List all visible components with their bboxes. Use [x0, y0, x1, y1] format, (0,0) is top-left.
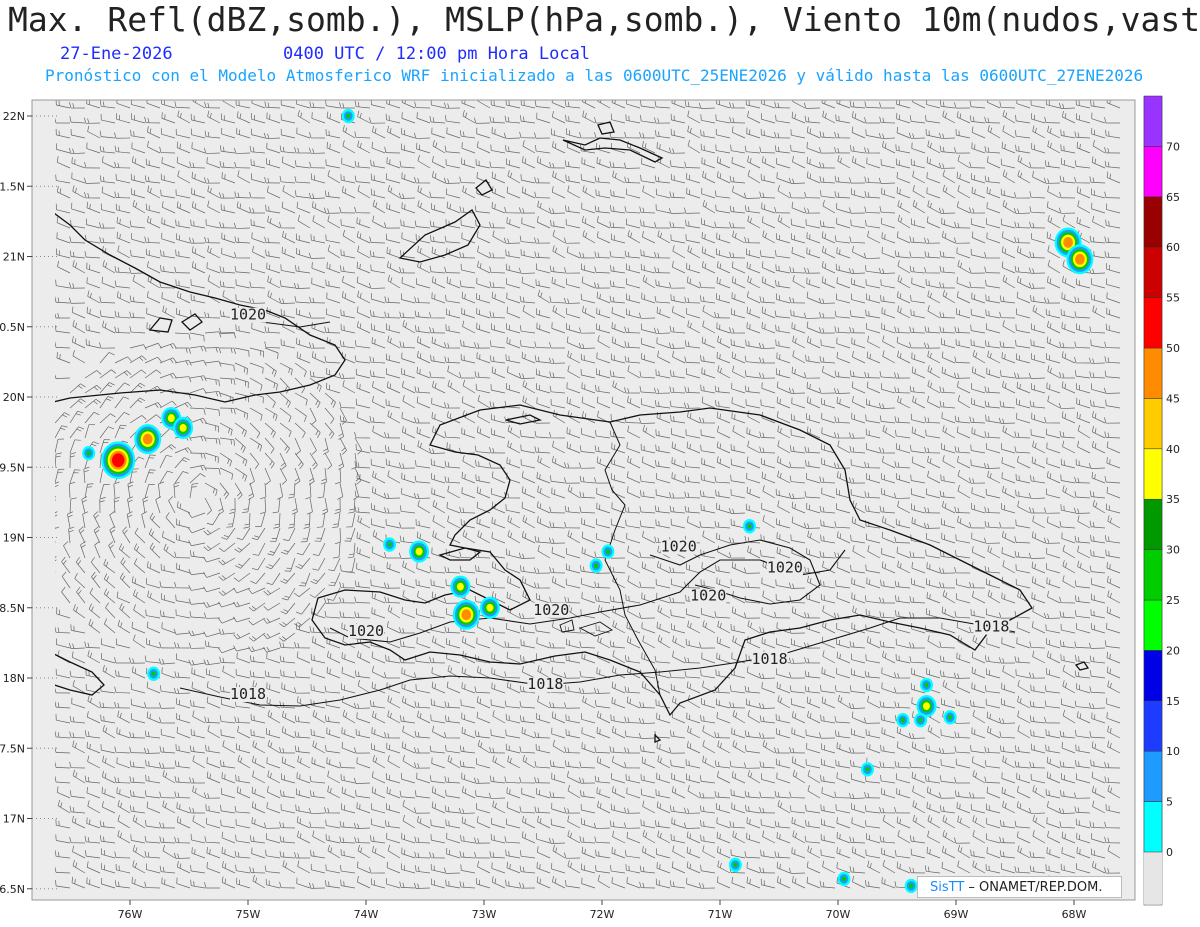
colorbar-below	[1144, 852, 1162, 904]
reflectivity-cell	[452, 599, 480, 630]
colorbar-swatch	[1143, 246, 1163, 298]
colorbar-label: 15	[1166, 695, 1180, 708]
colorbar-label: 70	[1166, 140, 1180, 153]
colorbar-label: 45	[1166, 392, 1180, 405]
reflectivity-cell	[601, 544, 615, 559]
colorbar-label: 65	[1166, 191, 1180, 204]
reflectivity-cell	[82, 446, 96, 461]
map-background	[32, 100, 1135, 900]
reflectivity-cell	[743, 519, 756, 534]
lon-label: 73W	[472, 908, 497, 921]
reflectivity-cell	[837, 871, 851, 887]
colorbar-swatch	[1143, 347, 1163, 399]
reflectivity-cell	[943, 710, 957, 725]
isobar-label: 1018	[527, 675, 563, 693]
lon-label: 72W	[590, 908, 615, 921]
colorbar-label: 40	[1166, 443, 1180, 456]
reflectivity-cell	[450, 575, 471, 598]
colorbar-swatch	[1143, 700, 1163, 752]
colorbar-label: 50	[1166, 342, 1180, 355]
lat-label: 18N	[3, 672, 25, 685]
colorbar-swatch	[1143, 498, 1163, 550]
isobar-label: 1018	[973, 618, 1009, 636]
colorbar-label: 10	[1166, 745, 1180, 758]
lat-label: 1.5N	[0, 180, 25, 193]
lat-label: 6.5N	[0, 883, 25, 896]
reflectivity-cell	[904, 878, 918, 894]
reflectivity-cell	[479, 596, 500, 619]
colorbar-swatch	[1143, 448, 1163, 500]
credit-brand: SisTT	[930, 880, 965, 895]
isobar-label: 1018	[751, 650, 787, 668]
isobar-label: 1018	[230, 685, 266, 703]
colorbar-swatch	[1143, 196, 1163, 248]
reflectivity-cell	[134, 424, 162, 455]
lon-label: 76W	[118, 908, 143, 921]
lat-label: 19N	[3, 532, 25, 545]
lon-label: 71W	[708, 908, 733, 921]
colorbar-label: 60	[1166, 241, 1180, 254]
reflectivity-cell	[409, 540, 430, 563]
reflectivity-cell	[896, 712, 910, 728]
colorbar-label: 20	[1166, 644, 1180, 657]
isobar-label: 1020	[690, 587, 726, 605]
colorbar-label: 55	[1166, 292, 1180, 305]
isobar-label: 1020	[230, 306, 266, 324]
colorbar-label: 35	[1166, 493, 1180, 506]
reflectivity-cell	[147, 666, 161, 681]
lat-label: 9.5N	[0, 461, 25, 474]
reflectivity-cell	[589, 558, 603, 573]
isobar-label: 1020	[767, 559, 803, 577]
lat-label: 17N	[3, 813, 25, 826]
reflectivity-cell	[101, 441, 136, 480]
weather-map: 1020102010201020102010201018101810181018…	[0, 95, 1180, 921]
reflectivity-cell	[173, 416, 194, 440]
isobar-label: 1020	[348, 622, 384, 640]
isobar-label: 1020	[661, 538, 697, 556]
lat-label: 7.5N	[0, 742, 25, 755]
isobar-label: 1020	[533, 601, 569, 619]
lon-label: 75W	[236, 908, 261, 921]
lat-label: 8.5N	[0, 602, 25, 615]
lat-label: 20N	[3, 391, 25, 404]
colorbar-label: 25	[1166, 594, 1180, 607]
colorbar-swatch	[1143, 599, 1163, 651]
colorbar-swatch	[1143, 398, 1163, 450]
colorbar-swatch	[1143, 297, 1163, 349]
reflectivity-cell	[341, 108, 355, 124]
reflectivity-cell	[920, 677, 933, 693]
lat-label: 0.5N	[0, 321, 25, 334]
credit-org: – ONAMET/REP.DOM.	[964, 880, 1103, 895]
reflectivity-cell	[861, 762, 874, 777]
colorbar-swatch	[1143, 801, 1163, 853]
colorbar-swatch	[1143, 650, 1163, 702]
reflectivity-colorbar: 0 5 10 15 20 25 30 35 40 45 50 55 60 65 70	[1143, 95, 1180, 906]
lon-label: 69W	[944, 908, 969, 921]
colorbar-label: 30	[1166, 544, 1180, 557]
colorbar-label: 0	[1166, 846, 1173, 859]
colorbar-swatch	[1143, 95, 1163, 147]
reflectivity-cell	[1066, 244, 1094, 275]
colorbar-swatch	[1143, 146, 1163, 198]
reflectivity-cell	[728, 857, 742, 873]
colorbar-label: 5	[1166, 796, 1173, 809]
lon-label: 70W	[826, 908, 851, 921]
colorbar-swatch	[1143, 549, 1163, 601]
colorbar-swatch	[1143, 750, 1163, 802]
reflectivity-cell	[914, 712, 928, 728]
lon-label: 68W	[1062, 908, 1087, 921]
lat-label: 21N	[3, 251, 25, 264]
credit-box: SisTT – ONAMET/REP.DOM.	[917, 876, 1122, 898]
lon-label: 74W	[354, 908, 379, 921]
lat-label: 22N	[3, 110, 25, 123]
reflectivity-cell	[383, 537, 397, 552]
